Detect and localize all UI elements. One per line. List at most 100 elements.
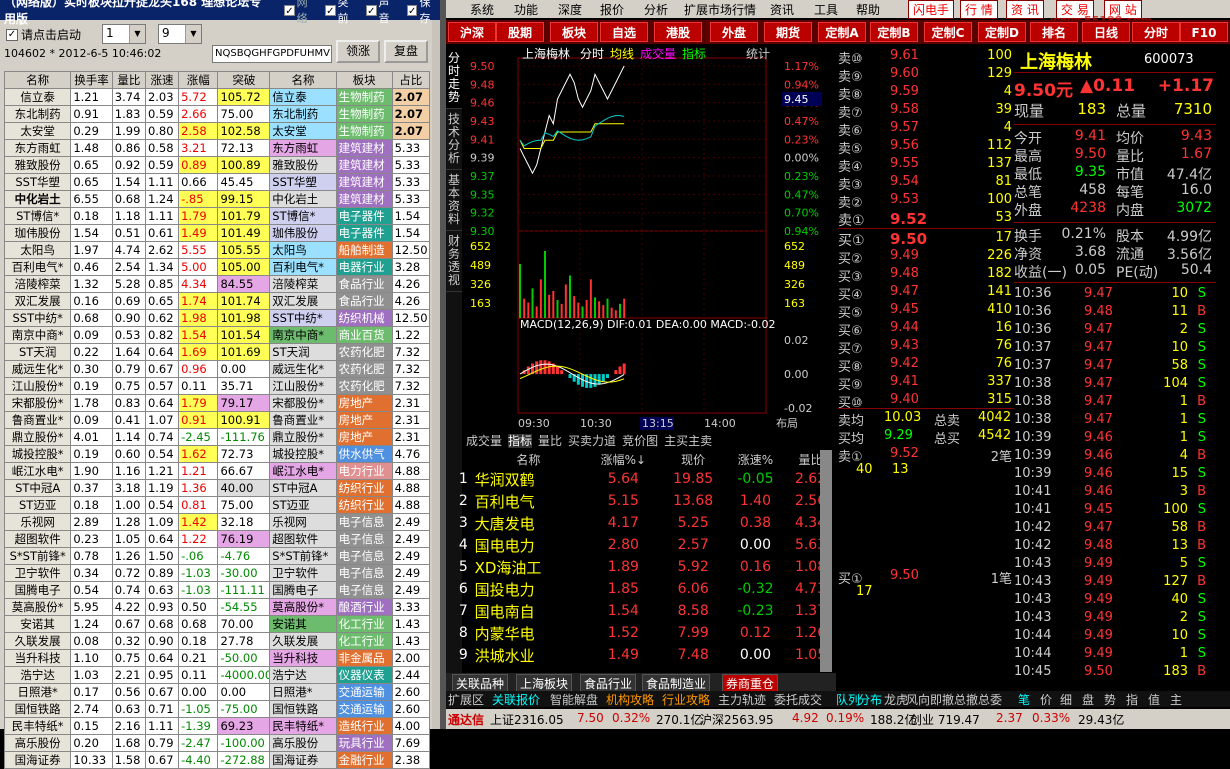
table-row[interactable]: 涪陵榨菜 1.32 5.28 0.85 4.34 84.55 涪陵榨菜 食品行业 4.26 — [3, 275, 431, 293]
toolbar-button[interactable]: 外盘 — [710, 22, 758, 42]
menu-item[interactable]: 资讯 — [770, 1, 794, 18]
toolbar-button[interactable]: 排名 — [1030, 22, 1078, 42]
toolbar-button[interactable]: 定制A — [818, 22, 866, 42]
menu-item[interactable]: 帮助 — [856, 1, 880, 18]
autostart-checkbox[interactable]: ✓ 请点击启动 — [6, 26, 81, 43]
table-row[interactable]: 南京中商* 0.09 0.53 0.82 1.54 101.54 南京中商* 商业百货 1.22 — [3, 326, 431, 344]
status-tab[interactable]: 指 — [1126, 691, 1138, 708]
intraday-chart[interactable]: 上海梅林分时均线成交量指标 统计 9.50 1.17% 9.48 0.94% 9.46 0.7… — [466, 46, 841, 431]
status-tab[interactable]: 即撤 — [930, 691, 954, 708]
buy-level[interactable]: 买⑤ 9.45 410 — [838, 302, 1014, 321]
table-row[interactable]: 浩宁达 1.03 2.21 0.95 0.11 -4000.00 浩宁达 仪器仪表 2.44 — [3, 666, 431, 684]
buy-level[interactable]: 买④ 9.47 141 — [838, 284, 1014, 303]
rank-row[interactable]: 7 国电南自 1.54 8.58 -0.23 1.37 — [456, 600, 836, 622]
table-row[interactable]: SST华塑 0.65 1.54 1.11 0.66 45.45 SST华塑 建筑建材 5.33 — [3, 173, 431, 191]
status-tab[interactable]: 智能解盘 — [550, 691, 598, 708]
status-tab[interactable]: 总委 — [978, 691, 1002, 708]
table-row[interactable]: 超图软件 0.23 1.05 0.64 1.22 76.19 超图软件 电子信息 2.49 — [3, 530, 431, 548]
table-row[interactable]: ST天润 0.22 1.64 0.64 1.69 101.69 ST天润 农药化肥 7.32 — [3, 343, 431, 361]
table-row[interactable]: 国海证券 10.33 1.58 0.67 -4.40 -272.88 国海证券 金融行业 2.3… — [3, 751, 431, 769]
table-row[interactable]: 鲁商置业* 0.09 0.41 1.07 0.91 100.91 鲁商置业* 房地产 2.31 — [3, 411, 431, 429]
lead-button[interactable]: 领涨 — [336, 40, 380, 63]
toolbar-button[interactable]: 定制C — [924, 22, 972, 42]
table-row[interactable]: 江山股份* 0.19 0.75 0.57 0.11 35.71 江山股份* 农药化肥 7.32 — [3, 377, 431, 395]
status-tab[interactable]: 总撤 — [954, 691, 978, 708]
table-row[interactable]: 当升科技 1.10 0.75 0.64 0.21 -50.00 当升科技 非金属品 2.00 — [3, 649, 431, 667]
table-row[interactable]: 国恒铁路 2.74 0.63 0.71 -1.05 -75.00 国恒铁路 交通运输 2.60 — [3, 700, 431, 718]
sell-level[interactable]: 卖⑤ 9.56 112 — [838, 138, 1014, 157]
indicator-tab[interactable]: 买卖力道 — [568, 434, 616, 448]
rank-header[interactable]: 现价 — [660, 450, 725, 468]
status-tab[interactable]: 委托成交 — [774, 691, 822, 708]
table-row[interactable]: 鼎立股份* 4.01 1.14 0.74 -2.45 -111.76 鼎立股份* 房地产 2.3… — [3, 428, 431, 446]
rank-row[interactable]: 5 XD海油工 1.89 5.92 0.16 1.08 — [456, 556, 836, 578]
status-tab[interactable]: 机构攻略 — [606, 691, 654, 708]
status-tab[interactable]: 主 — [1170, 691, 1182, 708]
toolbar-button[interactable]: 分时 — [1132, 22, 1180, 42]
column-header[interactable]: 板块 — [335, 71, 393, 89]
table-row[interactable]: 安诺其 1.24 0.67 0.68 0.68 70.00 安诺其 化工行业 1.43 — [3, 615, 431, 633]
select-2[interactable]: 9 ▼ — [158, 24, 202, 44]
indicator-tab[interactable]: 量比 — [538, 434, 562, 448]
table-row[interactable]: 中化岩土 6.55 0.68 1.24 -.85 99.15 中化岩土 建筑建材 5.33 — [3, 190, 431, 208]
menu-item[interactable]: 扩展市场行情 — [684, 1, 756, 18]
buy-level[interactable]: 买⑧ 9.42 76 — [838, 356, 1014, 375]
toolbar-button[interactable]: 定制D — [978, 22, 1026, 42]
buy-level[interactable]: 买⑥ 9.44 16 — [838, 320, 1014, 339]
menu-item[interactable]: 系统 — [470, 1, 494, 18]
chart-mode[interactable]: 指标 — [682, 46, 706, 61]
indicator-tab[interactable]: 指标 — [508, 434, 533, 448]
status-tab[interactable]: 扩展区 — [448, 691, 484, 708]
buy-level[interactable]: 买⑨ 9.41 337 — [838, 374, 1014, 393]
indicator-tab[interactable]: 竞价图 — [622, 434, 658, 448]
toolbar-button[interactable]: 定制B — [870, 22, 918, 42]
table-row[interactable]: S*ST前锋* 0.78 1.26 1.50 -.06 -4.76 S*ST前锋* 电子信息 2… — [3, 547, 431, 565]
toolbar-button[interactable]: F10 — [1180, 22, 1228, 42]
status-tab[interactable]: 风向 — [906, 691, 930, 708]
buy-level[interactable]: 买⑦ 9.43 76 — [838, 338, 1014, 357]
menu-item[interactable]: 功能 — [514, 1, 538, 18]
chart-stats[interactable]: 统计 — [746, 47, 770, 61]
table-row[interactable]: 日照港* 0.17 0.56 0.67 0.00 0.00 日照港* 交通运输 2.60 — [3, 683, 431, 701]
column-header[interactable]: 换手率 — [70, 71, 113, 89]
menu-item[interactable]: 工具 — [814, 1, 838, 18]
table-row[interactable]: 城投控股* 0.19 0.60 0.54 1.62 72.73 城投控股* 供水供气 4.76 — [3, 445, 431, 463]
table-row[interactable]: 太阳鸟 1.97 4.74 2.62 5.55 105.55 太阳鸟 船舶制造 12.50 — [3, 241, 431, 259]
menu-item[interactable]: 报价 — [600, 1, 624, 18]
menu-item[interactable]: 分析 — [644, 1, 668, 18]
sell-level[interactable]: 卖⑦ 9.58 39 — [838, 102, 1014, 121]
table-row[interactable]: 岷江水电* 1.90 1.16 1.21 1.21 66.67 岷江水电* 电力行业 4.88 — [3, 462, 431, 480]
select-1[interactable]: 1 ▼ — [102, 24, 146, 44]
replay-button[interactable]: 复盘 — [384, 40, 428, 63]
rank-row[interactable]: 9 洪城水业 1.49 7.48 0.00 1.05 — [456, 644, 836, 666]
sell-level[interactable]: 卖③ 9.54 81 — [838, 174, 1014, 193]
vtab[interactable]: 基本资料 — [446, 170, 462, 231]
ranking-scrollbar[interactable] — [820, 450, 832, 672]
table-row[interactable]: 高乐股份 0.20 1.68 0.79 -2.47 -100.00 高乐股份 玩具行业 7.69 — [3, 734, 431, 752]
code-field[interactable]: NQSBQGHFGPDFUHMVKL — [212, 45, 332, 63]
rank-row[interactable]: 1 华润双鹤 5.64 19.85 -0.05 2.62 — [456, 468, 836, 490]
column-header[interactable]: 突破 — [217, 71, 271, 89]
status-tab[interactable]: 值 — [1148, 691, 1160, 708]
table-row[interactable]: 太安堂 0.29 1.99 0.80 2.58 102.58 太安堂 生物制药 2.07 — [3, 122, 431, 140]
buy-level[interactable]: 买② 9.49 226 — [838, 248, 1014, 267]
table-row[interactable]: 东方雨虹 1.48 0.86 0.58 3.21 72.13 东方雨虹 建筑建材 5.33 — [3, 139, 431, 157]
table-row[interactable]: 信立泰 1.21 3.74 2.03 5.72 105.72 信立泰 生物制药 2.07 — [3, 88, 431, 106]
rank-row[interactable]: 2 百利电气 5.15 13.68 1.40 2.56 — [456, 490, 836, 512]
buy-level[interactable]: 买① 9.50 17 — [838, 230, 1014, 249]
status-tab[interactable]: 价 — [1040, 691, 1052, 708]
toolbar-button[interactable]: 股期 — [496, 22, 544, 42]
chart-mode[interactable]: 成交量 — [640, 46, 676, 61]
vtab[interactable]: 财务透视 — [446, 231, 462, 292]
status-tab[interactable]: 队列 — [836, 691, 860, 708]
quick-pill[interactable]: 闪电手 — [908, 0, 955, 19]
table-row[interactable]: 乐视网 2.89 1.28 1.09 1.42 32.18 乐视网 电子信息 2.49 — [3, 513, 431, 531]
table-row[interactable]: 莫高股份* 5.95 4.22 0.93 0.50 -54.55 莫高股份* 酿酒行业 3.33 — [3, 598, 431, 616]
status-tab[interactable]: 细 — [1060, 691, 1072, 708]
rank-row[interactable]: 4 国电电力 2.80 2.57 0.00 5.63 — [456, 534, 836, 556]
table-row[interactable]: 东北制药 0.91 1.83 0.59 2.66 75.00 东北制药 生物制药 2.07 — [3, 105, 431, 123]
table-row[interactable]: 珈伟股份 1.54 0.51 0.61 1.49 101.49 珈伟股份 电子器件 1.54 — [3, 224, 431, 242]
rank-row[interactable]: 3 大唐发电 4.17 5.25 0.38 4.34 — [456, 512, 836, 534]
table-row[interactable]: 雅致股份 0.65 0.92 0.59 0.89 100.89 雅致股份 建筑建材 5.33 — [3, 156, 431, 174]
rank-header[interactable]: 名称 — [471, 450, 587, 468]
